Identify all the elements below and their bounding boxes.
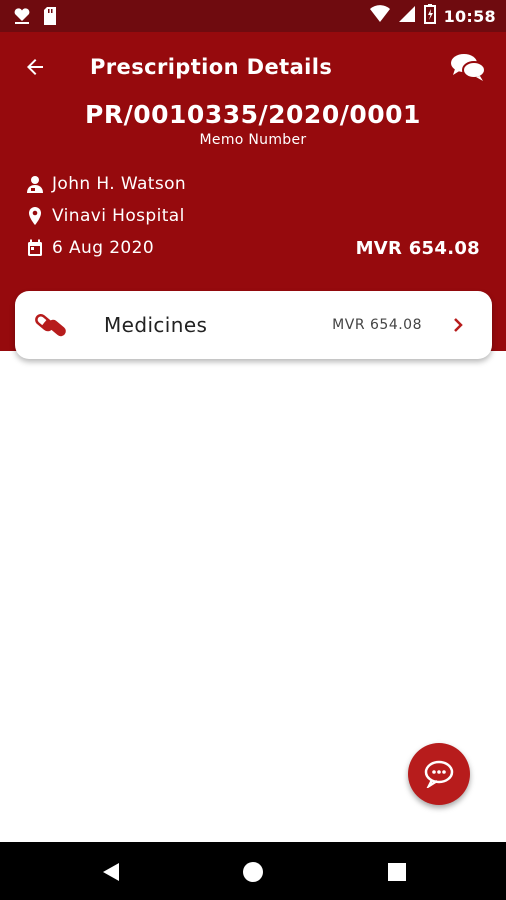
hospital-row: Vinavi Hospital (26, 206, 185, 226)
medicines-card[interactable]: Medicines MVR 654.08 (15, 291, 492, 359)
heart-app-notification-icon (12, 6, 32, 30)
patient-name: John H. Watson (52, 174, 187, 194)
location-pin-icon (26, 207, 44, 225)
memo-number: PR/0010335/2020/0001 (85, 100, 421, 129)
memo-number-label: Memo Number (199, 132, 307, 148)
sd-card-notification-icon (42, 6, 58, 30)
pills-icon (33, 309, 69, 341)
patient-row: John H. Watson (26, 174, 186, 194)
page-title: Prescription Details (90, 55, 333, 79)
back-button[interactable] (20, 52, 50, 82)
chat-fab-button[interactable] (408, 743, 470, 805)
nav-home-circle-icon (243, 862, 263, 882)
chat-bubbles-icon (451, 54, 486, 81)
hospital-name: Vinavi Hospital (52, 206, 185, 226)
arrow-left-icon (27, 59, 43, 75)
system-navigation-bar (0, 842, 506, 900)
nav-home-button[interactable] (240, 859, 266, 885)
chevron-right-icon (452, 315, 466, 335)
wifi-icon (369, 5, 390, 27)
screen: 10:58 Prescription Details PR/0010335/20… (0, 0, 506, 900)
status-time: 10:58 (443, 6, 496, 26)
chat-button[interactable] (448, 50, 488, 84)
battery-icon (423, 4, 436, 28)
nav-recents-square-icon (388, 863, 406, 881)
nav-recents-button[interactable] (384, 859, 410, 885)
status-notifications (12, 6, 58, 30)
total-amount: MVR 654.08 (355, 238, 480, 259)
cellular-signal-icon (398, 5, 416, 27)
person-icon (26, 175, 44, 193)
nav-back-button[interactable] (98, 859, 124, 885)
calendar-icon (26, 239, 44, 257)
chat-bubble-icon (424, 760, 454, 788)
medicines-label: Medicines (104, 313, 208, 337)
prescription-date: 6 Aug 2020 (52, 238, 155, 258)
status-system: 10:58 (369, 4, 496, 28)
medicines-amount: MVR 654.08 (332, 317, 422, 333)
nav-back-triangle-icon (103, 863, 119, 881)
status-bar: 10:58 (0, 0, 506, 32)
date-row: 6 Aug 2020 (26, 238, 154, 258)
